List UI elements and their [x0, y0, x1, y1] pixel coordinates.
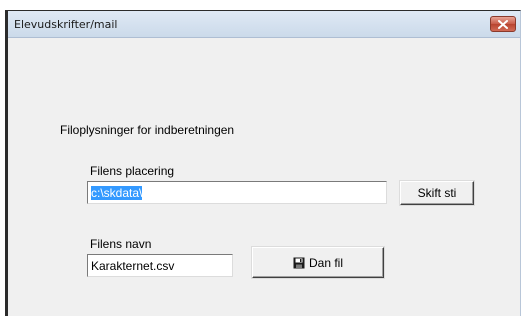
file-name-input[interactable]: Karakternet.csv [87, 254, 233, 277]
dialog-body: Filoplysninger for indberetningen Filens… [8, 38, 520, 316]
title-bar[interactable]: Elevudskrifter/mail [8, 11, 520, 38]
floppy-disk-icon [293, 257, 305, 269]
create-file-label: Dan fil [308, 255, 343, 270]
create-file-button[interactable]: Dan fil [252, 247, 384, 278]
dialog-window: Elevudskrifter/mail Filoplysninger for i… [5, 10, 521, 316]
file-info-heading: Filoplysninger for indberetningen [60, 123, 235, 137]
close-icon [498, 19, 508, 29]
window-title: Elevudskrifter/mail [14, 18, 118, 31]
file-name-label: Filens navn [90, 237, 152, 251]
change-path-button[interactable]: Skift sti [400, 181, 474, 205]
file-location-input[interactable]: c:\skdata\ [87, 181, 387, 204]
file-location-label: Filens placering [90, 164, 175, 178]
close-button[interactable] [490, 16, 516, 32]
file-location-value: c:\skdata\ [91, 186, 143, 200]
